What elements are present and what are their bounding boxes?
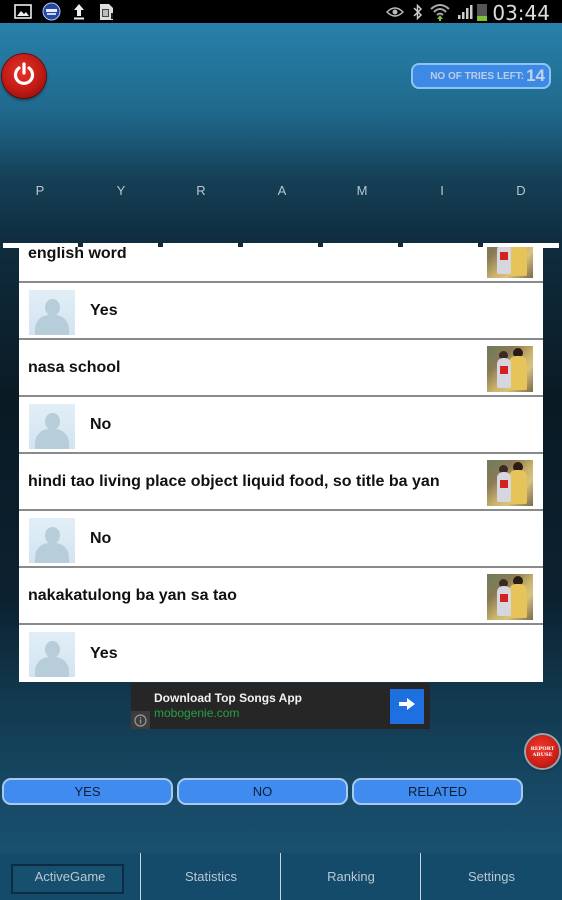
user-photo <box>487 346 533 392</box>
answer-text: Yes <box>90 644 118 662</box>
tries-left-count: 14 <box>526 66 545 85</box>
tab-statistics[interactable]: Statistics <box>141 853 281 900</box>
tab-ranking[interactable]: Ranking <box>281 853 421 900</box>
answer-row: No <box>19 397 543 454</box>
ad-go-button[interactable] <box>390 689 424 724</box>
answer-row: No <box>19 511 543 568</box>
default-avatar-icon <box>29 290 75 335</box>
eye-icon <box>385 3 405 20</box>
question-text: hindi tao living place object liquid foo… <box>28 472 440 490</box>
report-abuse-button[interactable]: REPORT ABUSE <box>526 735 559 768</box>
signal-icon <box>456 3 474 20</box>
pyramid-letter: Y <box>116 183 126 198</box>
yes-button[interactable]: YES <box>2 778 173 805</box>
gallery-icon <box>13 3 33 20</box>
answer-row: Yes <box>19 625 543 682</box>
answer-text: No <box>90 415 112 433</box>
ad-title[interactable]: Download Top Songs App <box>154 691 302 705</box>
bottom-nav: ActiveGame Statistics Ranking Settings <box>0 853 562 900</box>
pyramid-letter: P <box>35 183 45 198</box>
sd-card-icon <box>97 3 115 20</box>
tab-active-game[interactable]: ActiveGame <box>0 853 140 900</box>
answer-text: No <box>90 529 112 547</box>
question-text: nakakatulong ba yan sa tao <box>28 586 237 604</box>
related-button[interactable]: RELATED <box>352 778 523 805</box>
power-button[interactable] <box>2 54 46 98</box>
pyramid-letter: M <box>356 183 368 198</box>
default-avatar-icon <box>29 518 75 563</box>
default-avatar-icon <box>29 632 75 677</box>
wifi-icon <box>429 3 451 21</box>
conversation-list[interactable]: english word Yes nasa school No hindi ta… <box>19 247 543 682</box>
user-photo <box>487 574 533 620</box>
power-icon <box>11 61 37 92</box>
upload-icon <box>71 3 87 20</box>
question-text: nasa school <box>28 358 121 376</box>
app-badge-icon <box>41 2 61 21</box>
question-row: nakakatulong ba yan sa tao <box>19 568 543 625</box>
user-photo <box>487 247 533 278</box>
question-row: english word <box>19 247 543 283</box>
question-text: english word <box>28 247 127 262</box>
ad-banner[interactable]: Download Top Songs App mobogenie.com <box>131 683 430 729</box>
arrow-right-icon <box>398 697 416 716</box>
question-row: hindi tao living place object liquid foo… <box>19 454 543 511</box>
answer-row: Yes <box>19 283 543 340</box>
status-time: 03:44 <box>492 1 550 25</box>
tries-left-indicator: NO OF TRIES LEFT: 14 <box>411 63 551 89</box>
question-row: nasa school <box>19 340 543 397</box>
status-bar: 03:44 <box>0 0 562 25</box>
pyramid-letter: I <box>440 183 444 198</box>
no-button[interactable]: NO <box>177 778 348 805</box>
battery-icon <box>476 3 488 21</box>
report-abuse-label-line2: ABUSE <box>532 751 553 758</box>
bluetooth-icon <box>410 3 424 20</box>
info-icon[interactable] <box>131 711 150 729</box>
ad-url[interactable]: mobogenie.com <box>154 706 239 720</box>
answer-text: Yes <box>90 301 118 319</box>
tries-left-label: NO OF TRIES LEFT: <box>430 70 525 82</box>
pyramid-letters: P Y R A M I D <box>0 183 562 199</box>
pyramid-letter: A <box>277 183 287 198</box>
user-photo <box>487 460 533 506</box>
pyramid-letter: R <box>196 183 206 198</box>
default-avatar-icon <box>29 404 75 449</box>
tab-settings[interactable]: Settings <box>421 853 562 900</box>
pyramid-letter: D <box>516 183 526 198</box>
